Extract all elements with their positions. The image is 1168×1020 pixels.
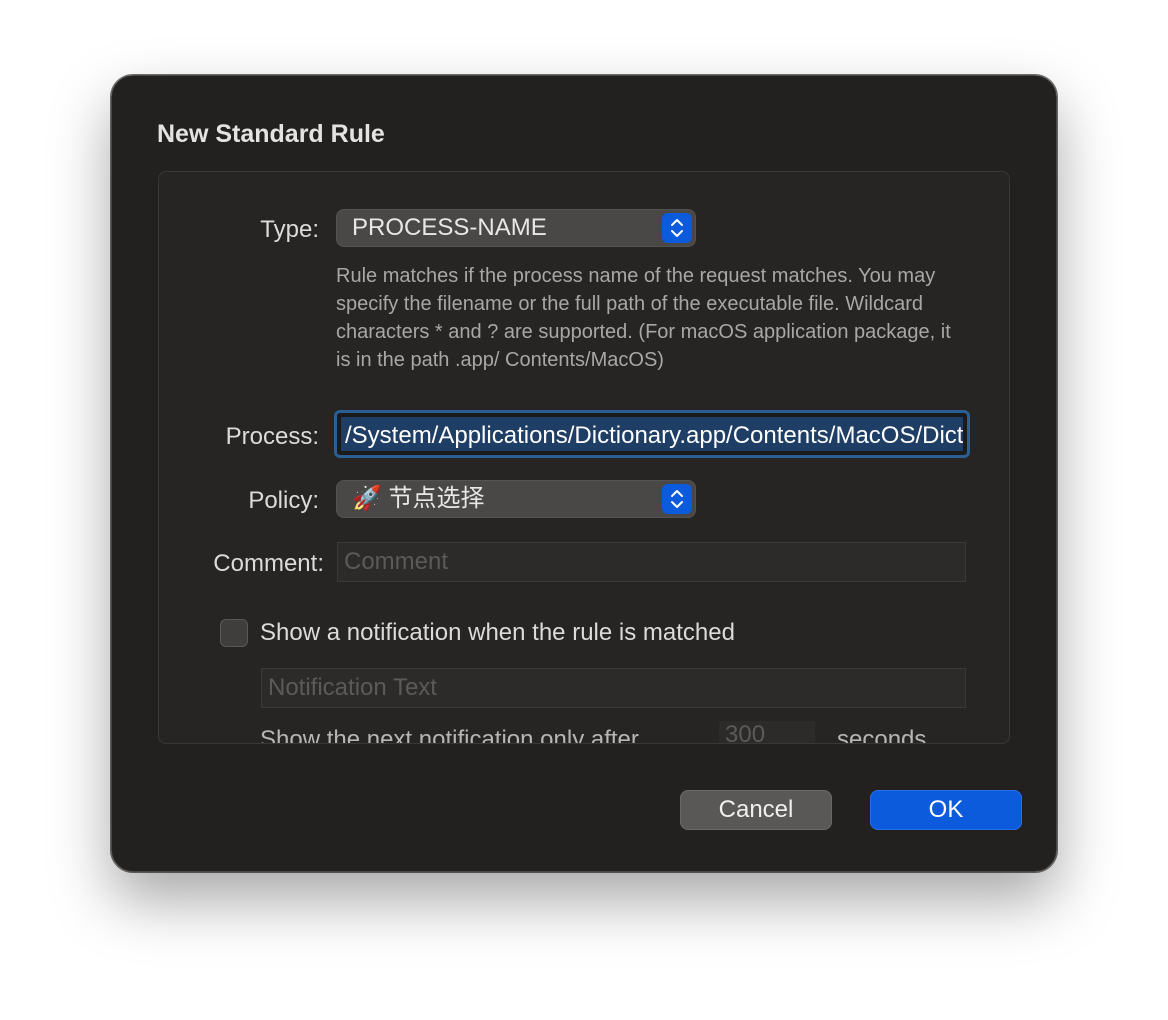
notification-text-input[interactable]: [261, 668, 966, 708]
new-rule-dialog: New Standard Rule Type: PROCESS-NAME Rul…: [111, 75, 1057, 872]
type-label: Type:: [260, 216, 319, 243]
ok-button[interactable]: OK: [870, 790, 1022, 830]
policy-select[interactable]: 🚀 节点选择: [336, 480, 696, 518]
cancel-button[interactable]: Cancel: [680, 790, 832, 830]
seconds-label: seconds: [837, 726, 927, 744]
notification-checkbox[interactable]: [220, 619, 248, 647]
chevron-updown-icon: [662, 484, 692, 514]
rule-form-panel: Type: PROCESS-NAME Rule matches if the p…: [158, 171, 1010, 744]
policy-select-value: 🚀 节点选择: [352, 485, 485, 512]
comment-label: Comment:: [213, 550, 324, 577]
next-notification-label: Show the next notification only after: [260, 726, 639, 744]
next-notification-seconds-input[interactable]: 300: [719, 721, 815, 743]
comment-input[interactable]: [337, 542, 966, 582]
chevron-updown-icon: [662, 213, 692, 243]
type-select-value: PROCESS-NAME: [352, 214, 547, 241]
type-select[interactable]: PROCESS-NAME: [336, 209, 696, 247]
process-input-value: /System/Applications/Dictionary.app/Cont…: [345, 422, 963, 449]
policy-label: Policy:: [248, 487, 319, 514]
process-label: Process:: [225, 423, 319, 450]
process-selection-highlight: /System/Applications/Dictionary.app/Cont…: [341, 417, 963, 451]
type-description: Rule matches if the process name of the …: [336, 265, 951, 371]
process-input[interactable]: /System/Applications/Dictionary.app/Cont…: [334, 410, 970, 458]
dialog-title: New Standard Rule: [157, 120, 385, 148]
notification-checkbox-label[interactable]: Show a notification when the rule is mat…: [260, 619, 735, 647]
